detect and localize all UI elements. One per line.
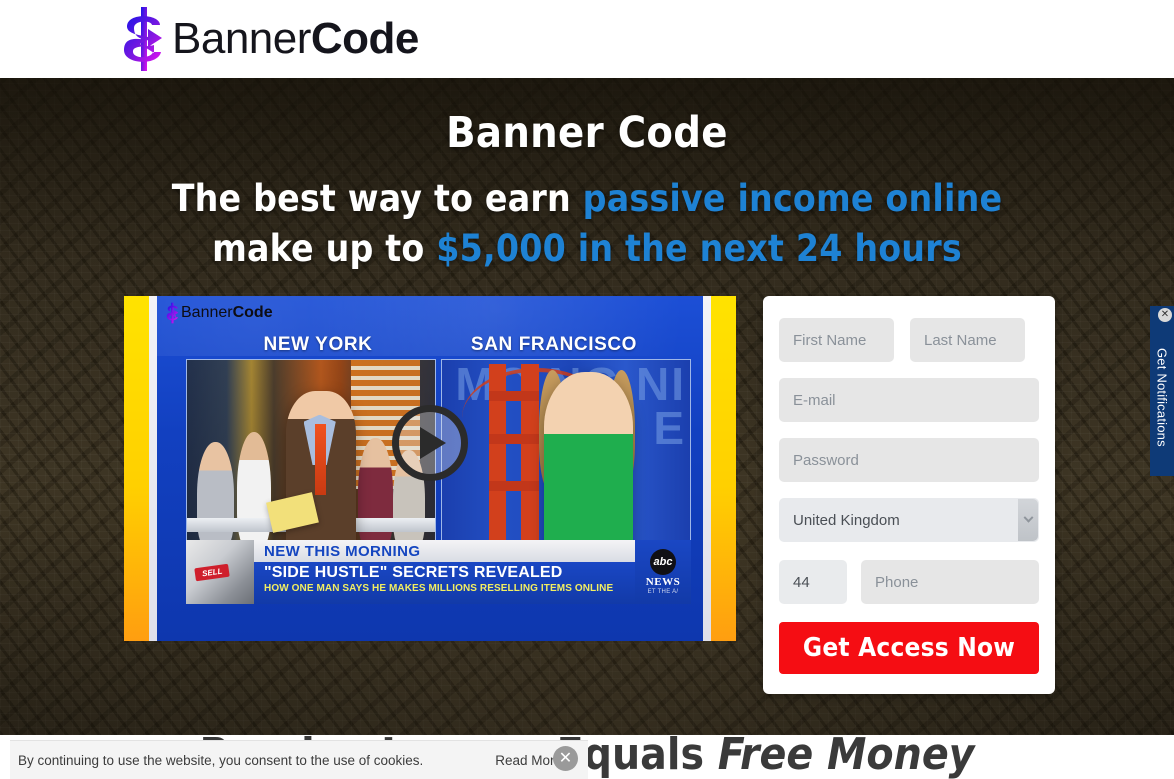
hero-subheadline-line2: make up to $5,000 in the next 24 hours [0,224,1174,274]
video-watermark-logo: BannerCode [165,302,273,324]
video-frame-bar-left [124,296,149,641]
brand-logo-text: BannerCode [172,17,419,61]
hero-sub-line1-highlight: passive income online [582,177,1003,220]
video-watermark-bold: Code [232,304,273,321]
cookie-close-icon[interactable]: ✕ [553,746,578,771]
ticker-headline-bar: "SIDE HUSTLE" SECRETS REVEALED HOW ONE M… [254,562,691,604]
video-player[interactable]: BannerCode NEW YORK SAN FRANCISCO NI E S… [124,296,736,641]
last-name-input[interactable] [910,318,1025,362]
country-select-wrapper[interactable]: United Kingdom [779,498,1039,542]
video-frame-stripe-right [703,296,711,641]
cookie-read-more-link[interactable]: Read More [495,753,562,768]
brand-logo[interactable]: BannerCode [118,7,419,71]
video-watermark-light: Banner [181,304,233,321]
video-label-city-left: NEW YORK [263,334,373,355]
audience-member [196,441,235,552]
brand-logo-text-bold: Code [310,14,420,63]
video-label-city-right: SAN FRANCISCO [470,334,638,355]
video-frame-bar-right [711,296,736,641]
hero-sub-line2-plain: make up to [212,227,437,270]
hero-title: Banner Code [446,108,728,158]
brand-logo-text-light: Banner [172,14,311,63]
bridge-crossbeam [489,434,539,444]
ticker-thumbnail: SELL [186,540,254,604]
network-affiliate-text: ET THE A/ [647,589,679,595]
site-header: BannerCode [0,0,1174,78]
anchor-tie [314,424,326,495]
signup-form: United Kingdom Get Access Now [763,296,1055,694]
abc-logo-icon: abc [650,549,676,575]
ticker-headline-text: "SIDE HUSTLE" SECRETS REVEALED [264,564,563,581]
get-access-now-button[interactable]: Get Access Now [779,622,1039,674]
name-row [779,318,1039,378]
ticker-body: NEW THIS MORNING "SIDE HUSTLE" SECRETS R… [254,540,691,604]
phone-input[interactable] [861,560,1039,604]
news-ticker: SELL NEW THIS MORNING "SIDE HUSTLE" SECR… [186,540,691,604]
hero-section: Banner Code The best way to earn passive… [0,78,1174,735]
ticker-kicker-bar: NEW THIS MORNING [254,540,691,562]
password-input[interactable] [779,438,1039,482]
play-triangle-icon [420,426,446,459]
cookie-message: By continuing to use the website, you co… [18,752,424,768]
reporter-figure [543,371,633,555]
video-pane-san-francisco: MO NG NI E [441,359,691,556]
notifications-close-icon[interactable]: ✕ [1158,308,1172,322]
get-notifications-label: Get Notifications [1154,347,1170,447]
cookie-consent-bar: By continuing to use the website, you co… [10,740,588,779]
audience-member [358,438,393,552]
bridge-crossbeam [489,480,539,491]
get-notifications-tab[interactable]: Get Notifications [1150,306,1174,476]
country-code-input[interactable] [779,560,847,604]
first-name-input[interactable] [779,318,894,362]
ticker-subheadline-text: HOW ONE MAN SAYS HE MAKES MILLIONS RESEL… [264,583,614,594]
phone-row [779,560,1039,604]
network-name-text: NEWS [645,576,681,588]
video-stage: BannerCode NEW YORK SAN FRANCISCO NI E S… [157,296,703,641]
play-button[interactable] [392,404,468,481]
country-select[interactable]: United Kingdom [779,498,1039,542]
network-logo-block: abc NEWS ET THE A/ [635,540,691,604]
ticker-kicker-text: NEW THIS MORNING [264,542,421,560]
hero-subheadline-line1: The best way to earn passive income onli… [0,174,1174,224]
dollar-sign-logo-icon [124,7,162,71]
section-heading-italic: Free Money [717,735,975,779]
email-input[interactable] [779,378,1039,422]
hero-sub-line2-highlight: $5,000 in the next 24 hours [436,227,962,270]
hero-subheadline: The best way to earn passive income onli… [0,174,1174,274]
video-frame-stripe-left [149,296,157,641]
bridge-crossbeam [489,391,539,401]
dollar-sign-watermark-icon [166,302,179,324]
video-watermark-text: BannerCode [181,305,273,321]
hero-sub-line1-plain: The best way to earn [171,177,583,220]
sell-badge: SELL [194,563,231,582]
